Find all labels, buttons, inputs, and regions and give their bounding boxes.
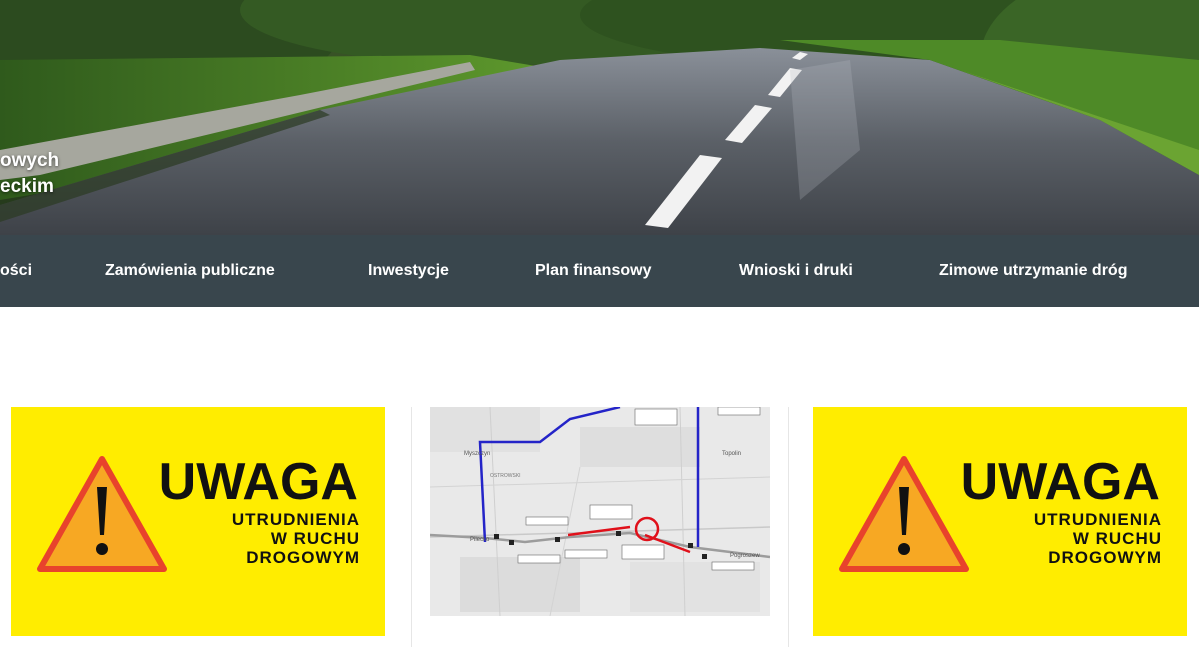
nav-item-zamowienia-publiczne[interactable]: Zamówienia publiczne bbox=[105, 235, 275, 307]
card-body bbox=[11, 636, 385, 647]
sign-line: DROGOWYM bbox=[1048, 548, 1162, 567]
map-place-label: Topolin bbox=[722, 451, 741, 457]
hero-road-image bbox=[0, 0, 1199, 235]
hero-title-line: eckim bbox=[0, 176, 54, 197]
card-image[interactable]: UWAGA UTRUDNIENIA W RUCHU DROGOWYM bbox=[813, 407, 1187, 636]
hero-banner: owych eckim bbox=[0, 0, 1199, 235]
sign-line: W RUCHU bbox=[1073, 529, 1162, 548]
card-body bbox=[813, 636, 1187, 647]
map-place-label: Pilecko bbox=[470, 537, 490, 543]
map-place-label: OSTROWSKI bbox=[490, 473, 521, 479]
nav-item-plan-finansowy[interactable]: Plan finansowy bbox=[535, 235, 651, 307]
sign-line: UTRUDNIENIA bbox=[232, 510, 360, 529]
sign-line: DROGOWYM bbox=[246, 548, 360, 567]
card-image[interactable]: UWAGA UTRUDNIENIA W RUCHU DROGOWYM bbox=[11, 407, 385, 636]
sign-line: W RUCHU bbox=[271, 529, 360, 548]
hero-title-line: owych bbox=[0, 150, 60, 171]
news-card[interactable]: UWAGA UTRUDNIENIA W RUCHU DROGOWYM bbox=[813, 407, 1187, 647]
sign-headline: UWAGA bbox=[961, 453, 1160, 511]
road-warning-sign-image: UWAGA UTRUDNIENIA W RUCHU DROGOWYM bbox=[813, 407, 1187, 636]
nav-item-zimowe-utrzymanie-drog[interactable]: Zimowe utrzymanie dróg bbox=[939, 235, 1127, 307]
detour-map-image: Myszczyn Topolin Pilecko Pogroszew OSTRO… bbox=[430, 407, 770, 616]
nav-item-wnioski-i-druki[interactable]: Wnioski i druki bbox=[739, 235, 853, 307]
hero-title: owych eckim bbox=[0, 148, 59, 200]
news-card[interactable]: UWAGA UTRUDNIENIA W RUCHU DROGOWYM bbox=[11, 407, 385, 647]
map-place-label: Myszczyn bbox=[464, 451, 490, 457]
nav-item-inwestycje[interactable]: Inwestycje bbox=[368, 235, 449, 307]
nav-item-aktualnosci[interactable]: ości bbox=[0, 235, 32, 307]
news-card[interactable]: Myszczyn Topolin Pilecko Pogroszew OSTRO… bbox=[411, 407, 789, 647]
sign-line: UTRUDNIENIA bbox=[1034, 510, 1162, 529]
main-navigation: ości Zamówienia publiczne Inwestycje Pla… bbox=[0, 235, 1199, 307]
card-image[interactable]: Myszczyn Topolin Pilecko Pogroszew OSTRO… bbox=[430, 407, 770, 616]
map-place-label: Pogroszew bbox=[730, 553, 760, 559]
road-warning-sign-image: UWAGA UTRUDNIENIA W RUCHU DROGOWYM bbox=[11, 407, 385, 636]
sign-headline: UWAGA bbox=[159, 453, 358, 511]
